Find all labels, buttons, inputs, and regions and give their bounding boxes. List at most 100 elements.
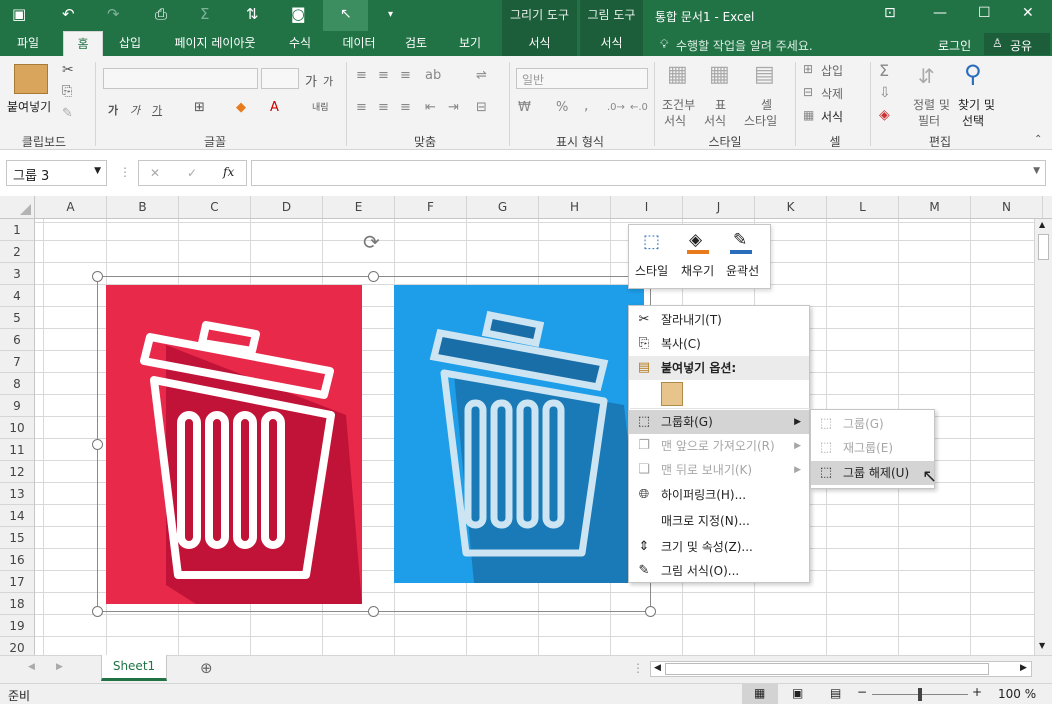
row-header[interactable]: 14 bbox=[0, 505, 34, 527]
zoom-slider-thumb[interactable] bbox=[918, 688, 922, 701]
menu-item-send-back[interactable]: ❏ 맨 뒤로 보내기(K) ▶ bbox=[629, 458, 809, 482]
row-header[interactable]: 7 bbox=[0, 351, 34, 373]
share-button[interactable]: ♙ 공유 bbox=[984, 33, 1050, 55]
column-header[interactable]: J bbox=[683, 196, 755, 218]
minimize-button[interactable]: — bbox=[933, 5, 947, 21]
menu-item-copy[interactable]: ⎘ 복사(C) bbox=[629, 332, 809, 356]
align-center-icon[interactable]: ≡ bbox=[378, 100, 389, 115]
tab-formulas[interactable]: 수식 bbox=[280, 31, 320, 56]
sort-filter-icon[interactable]: ⇵ bbox=[918, 64, 935, 88]
menu-item-size-properties[interactable]: ⇕ 크기 및 속성(Z)... bbox=[629, 535, 809, 559]
comma-button[interactable]: , bbox=[584, 98, 588, 114]
column-header[interactable]: E bbox=[323, 196, 395, 218]
page-break-view-icon[interactable]: ▤ bbox=[830, 686, 841, 700]
normal-view-button[interactable]: ▦ bbox=[742, 684, 778, 704]
zoom-in-icon[interactable]: + bbox=[972, 685, 982, 699]
indent-increase-icon[interactable]: ⇥ bbox=[448, 100, 459, 115]
scroll-down-icon[interactable]: ▼ bbox=[1039, 641, 1045, 650]
tab-review[interactable]: 검토 bbox=[396, 31, 436, 56]
format-painter-icon[interactable]: ✎ bbox=[62, 106, 73, 121]
menu-item-cut[interactable]: ✂ 잘라내기(T) bbox=[629, 308, 809, 332]
row-header[interactable]: 3 bbox=[0, 263, 34, 285]
splitter-icon[interactable]: ⋮ bbox=[632, 661, 644, 675]
row-header[interactable]: 5 bbox=[0, 307, 34, 329]
maximize-button[interactable]: ☐ bbox=[978, 5, 991, 21]
menu-item-hyperlink[interactable]: 🌐︎ 하이퍼링크(H)... bbox=[629, 483, 809, 507]
page-layout-view-icon[interactable]: ▣ bbox=[792, 686, 803, 700]
column-header[interactable]: M bbox=[899, 196, 971, 218]
align-bottom-icon[interactable]: ≡ bbox=[400, 68, 411, 83]
menu-item-bring-front[interactable]: ❐ 맨 앞으로 가져오기(R) ▶ bbox=[629, 434, 809, 458]
horizontal-scroll-thumb[interactable] bbox=[665, 663, 989, 675]
column-header[interactable]: G bbox=[467, 196, 539, 218]
column-header[interactable]: I bbox=[611, 196, 683, 218]
collapse-ribbon-icon[interactable]: ⌃ bbox=[1034, 134, 1042, 145]
fill-bucket-icon[interactable]: ◈ bbox=[689, 230, 702, 250]
row-header[interactable]: 15 bbox=[0, 527, 34, 549]
indent-decrease-icon[interactable]: ⇤ bbox=[425, 100, 436, 115]
insert-function-icon[interactable]: fx bbox=[223, 165, 234, 179]
percent-button[interactable]: % bbox=[556, 100, 568, 115]
vertical-scrollbar[interactable]: ▲ ▼ bbox=[1034, 219, 1052, 655]
phonetic-button[interactable]: 내림 bbox=[312, 100, 329, 113]
row-header[interactable]: 12 bbox=[0, 461, 34, 483]
orientation-icon[interactable]: ab bbox=[425, 68, 441, 83]
vertical-scroll-thumb[interactable] bbox=[1038, 234, 1049, 260]
tab-drawing-format[interactable]: 서식 bbox=[502, 31, 577, 56]
scroll-up-icon[interactable]: ▲ bbox=[1039, 220, 1045, 229]
row-header[interactable]: 6 bbox=[0, 329, 34, 351]
column-header[interactable]: L bbox=[827, 196, 899, 218]
undo-icon[interactable]: ↶ bbox=[62, 5, 75, 23]
resize-handle-sw[interactable] bbox=[92, 606, 103, 617]
resize-handle-s[interactable] bbox=[368, 606, 379, 617]
delete-cells-icon[interactable]: ⊟ bbox=[803, 85, 813, 99]
resize-handle-nw[interactable] bbox=[92, 271, 103, 282]
row-header[interactable]: 17 bbox=[0, 571, 34, 593]
ribbon-display-icon[interactable]: ⊡ bbox=[884, 5, 896, 21]
submenu-item-ungroup[interactable]: ⬚ 그룹 해제(U) bbox=[811, 461, 934, 485]
column-header[interactable]: H bbox=[539, 196, 611, 218]
save-icon[interactable]: ▣ bbox=[12, 5, 26, 23]
tab-insert[interactable]: 삽입 bbox=[110, 31, 150, 56]
zoom-out-icon[interactable]: − bbox=[857, 685, 867, 699]
scroll-left-icon[interactable]: ◀ bbox=[654, 663, 661, 673]
resize-handle-n[interactable] bbox=[368, 271, 379, 282]
fill-color-icon[interactable]: ◆ bbox=[236, 100, 246, 115]
sort-icon[interactable]: ⇅ bbox=[246, 5, 259, 23]
italic-button[interactable]: 가 bbox=[130, 102, 140, 118]
column-header[interactable]: F bbox=[395, 196, 467, 218]
cut-icon[interactable]: ✂ bbox=[62, 62, 74, 78]
tab-data[interactable]: 데이터 bbox=[333, 31, 385, 56]
rotate-handle-icon[interactable]: ⟳ bbox=[363, 230, 380, 254]
column-header[interactable]: D bbox=[251, 196, 323, 218]
style-button[interactable]: 스타일 bbox=[635, 262, 668, 279]
row-header[interactable]: 18 bbox=[0, 593, 34, 615]
select-all-button[interactable] bbox=[0, 196, 35, 218]
cell-styles-label1[interactable]: 셀 bbox=[761, 96, 772, 113]
row-header[interactable]: 16 bbox=[0, 549, 34, 571]
underline-button[interactable]: 가 bbox=[152, 102, 162, 118]
fill-button[interactable]: 채우기 bbox=[681, 262, 714, 279]
resize-handle-w[interactable] bbox=[92, 439, 103, 450]
bold-button[interactable]: 가 bbox=[108, 102, 118, 118]
menu-item-assign-macro[interactable]: 매크로 지정(N)... bbox=[629, 509, 809, 533]
prev-sheet-icon[interactable]: ◀ bbox=[28, 662, 35, 672]
cell-styles-icon[interactable]: ▤ bbox=[754, 62, 775, 87]
font-name-dropdown[interactable] bbox=[103, 68, 258, 89]
zoom-level[interactable]: 100 % bbox=[998, 687, 1036, 701]
border-icon[interactable]: ⊞ bbox=[194, 100, 205, 115]
select-pointer-button[interactable]: ↖ bbox=[323, 0, 368, 31]
outline-button[interactable]: 윤곽선 bbox=[726, 262, 759, 279]
redo-icon[interactable]: ↷ bbox=[107, 5, 120, 23]
font-shrink-button[interactable]: 가 bbox=[323, 73, 333, 89]
row-header[interactable]: 8 bbox=[0, 373, 34, 395]
column-header[interactable]: A bbox=[35, 196, 107, 218]
menu-item-format-picture[interactable]: ✎ 그림 서식(O)... bbox=[629, 559, 809, 583]
outline-pen-icon[interactable]: ✎ bbox=[733, 230, 747, 250]
font-size-dropdown[interactable] bbox=[261, 68, 299, 89]
column-header[interactable]: K bbox=[755, 196, 827, 218]
conditional-format-label2[interactable]: 서식 bbox=[664, 112, 686, 129]
fill-icon[interactable]: ⇩ bbox=[879, 85, 891, 101]
insert-cells-icon[interactable]: ⊞ bbox=[803, 62, 813, 76]
cell-styles-label2[interactable]: 스타일 bbox=[744, 112, 777, 129]
